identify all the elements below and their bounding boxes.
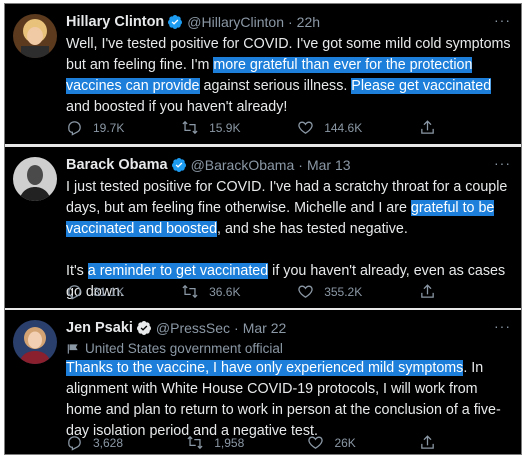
share-button[interactable]	[419, 119, 446, 136]
author-handle[interactable]: @PressSec	[156, 320, 230, 336]
reply-icon	[68, 121, 81, 136]
government-label[interactable]: United States government official	[66, 341, 511, 356]
avatar[interactable]	[13, 14, 57, 58]
reply-button[interactable]: 3,628	[66, 434, 123, 451]
retweet-icon	[187, 435, 203, 450]
reply-count: 31.1K	[93, 284, 125, 299]
reply-button[interactable]: 31.1K	[66, 283, 124, 300]
author-name[interactable]: Hillary Clinton	[66, 14, 164, 30]
retweet-icon	[182, 120, 198, 135]
highlighted-text: Thanks to the vaccine, I have only exper…	[66, 360, 464, 376]
like-icon	[298, 285, 313, 298]
retweet-count: 15.9K	[209, 120, 241, 135]
tweet-text: Well, I've tested positive for COVID. I'…	[66, 34, 511, 118]
avatar[interactable]	[13, 157, 57, 201]
like-count: 355.2K	[324, 284, 363, 299]
verified-badge-icon	[171, 158, 186, 172]
retweet-count: 1,958	[214, 435, 245, 450]
share-icon	[421, 284, 434, 298]
like-button[interactable]: 355.2K	[297, 283, 362, 300]
separator-dot: ·	[234, 320, 239, 336]
reply-count: 3,628	[93, 435, 124, 450]
like-button[interactable]: 144.6K	[297, 119, 362, 136]
text-segment: , and she has tested negative.	[217, 221, 408, 237]
retweet-count: 36.6K	[209, 284, 241, 299]
author-handle[interactable]: @BarackObama	[191, 157, 295, 173]
tweet-actions: 31.1K 36.6K 355.2K	[66, 283, 446, 300]
text-segment: It's	[66, 263, 88, 279]
retweet-button[interactable]: 1,958	[186, 434, 244, 451]
avatar[interactable]	[13, 320, 57, 364]
reply-icon	[68, 285, 81, 300]
text-segment: against serious illness.	[199, 78, 352, 94]
share-icon	[421, 435, 434, 449]
timestamp[interactable]: 22h	[297, 14, 320, 30]
like-count: 144.6K	[324, 120, 363, 135]
like-icon	[298, 121, 313, 134]
tweet-barack-obama[interactable]: Barack Obama @BarackObama · Mar 13 ··· I…	[5, 147, 521, 308]
reply-icon	[68, 436, 81, 451]
highlighted-text: Please get vaccinated	[351, 78, 492, 94]
like-count: 26K	[334, 435, 356, 450]
tweet-actions: 3,628 1,958 26K	[66, 434, 446, 451]
tweet-text: Thanks to the vaccine, I have only exper…	[66, 358, 511, 442]
tweet-hillary-clinton[interactable]: Hillary Clinton @HillaryClinton · 22h ··…	[5, 4, 521, 144]
reply-button[interactable]: 19.7K	[66, 119, 124, 136]
government-label-text: United States government official	[85, 341, 283, 356]
share-button[interactable]	[419, 434, 446, 451]
verified-badge-icon	[168, 15, 183, 29]
tweet-jen-psaki[interactable]: Jen Psaki @PressSec · Mar 22 ··· United …	[5, 310, 521, 454]
more-options-icon[interactable]: ···	[494, 155, 511, 171]
retweet-button[interactable]: 36.6K	[181, 283, 240, 300]
retweet-button[interactable]: 15.9K	[181, 119, 240, 136]
timestamp[interactable]: Mar 13	[307, 157, 351, 173]
like-button[interactable]: 26K	[307, 434, 356, 451]
tweet-actions: 19.7K 15.9K 144.6K	[66, 119, 446, 136]
tweet-screenshot: Hillary Clinton @HillaryClinton · 22h ··…	[4, 3, 522, 455]
separator-dot: ·	[298, 157, 303, 173]
text-segment: and boosted if you haven't already!	[66, 99, 288, 115]
separator-dot: ·	[287, 14, 293, 30]
reply-count: 19.7K	[93, 120, 125, 135]
author-name[interactable]: Jen Psaki	[66, 320, 133, 336]
author-name[interactable]: Barack Obama	[66, 157, 168, 173]
more-options-icon[interactable]: ···	[494, 318, 511, 334]
author-handle[interactable]: @HillaryClinton	[187, 14, 284, 30]
more-options-icon[interactable]: ···	[494, 12, 511, 28]
highlighted-text: a reminder to get vaccinated	[87, 263, 269, 279]
government-label-icon	[67, 343, 78, 354]
share-button[interactable]	[419, 283, 446, 300]
retweet-icon	[182, 284, 198, 299]
verified-badge-icon	[136, 321, 151, 335]
timestamp[interactable]: Mar 22	[243, 320, 287, 336]
share-icon	[421, 120, 434, 134]
like-icon	[308, 436, 324, 449]
